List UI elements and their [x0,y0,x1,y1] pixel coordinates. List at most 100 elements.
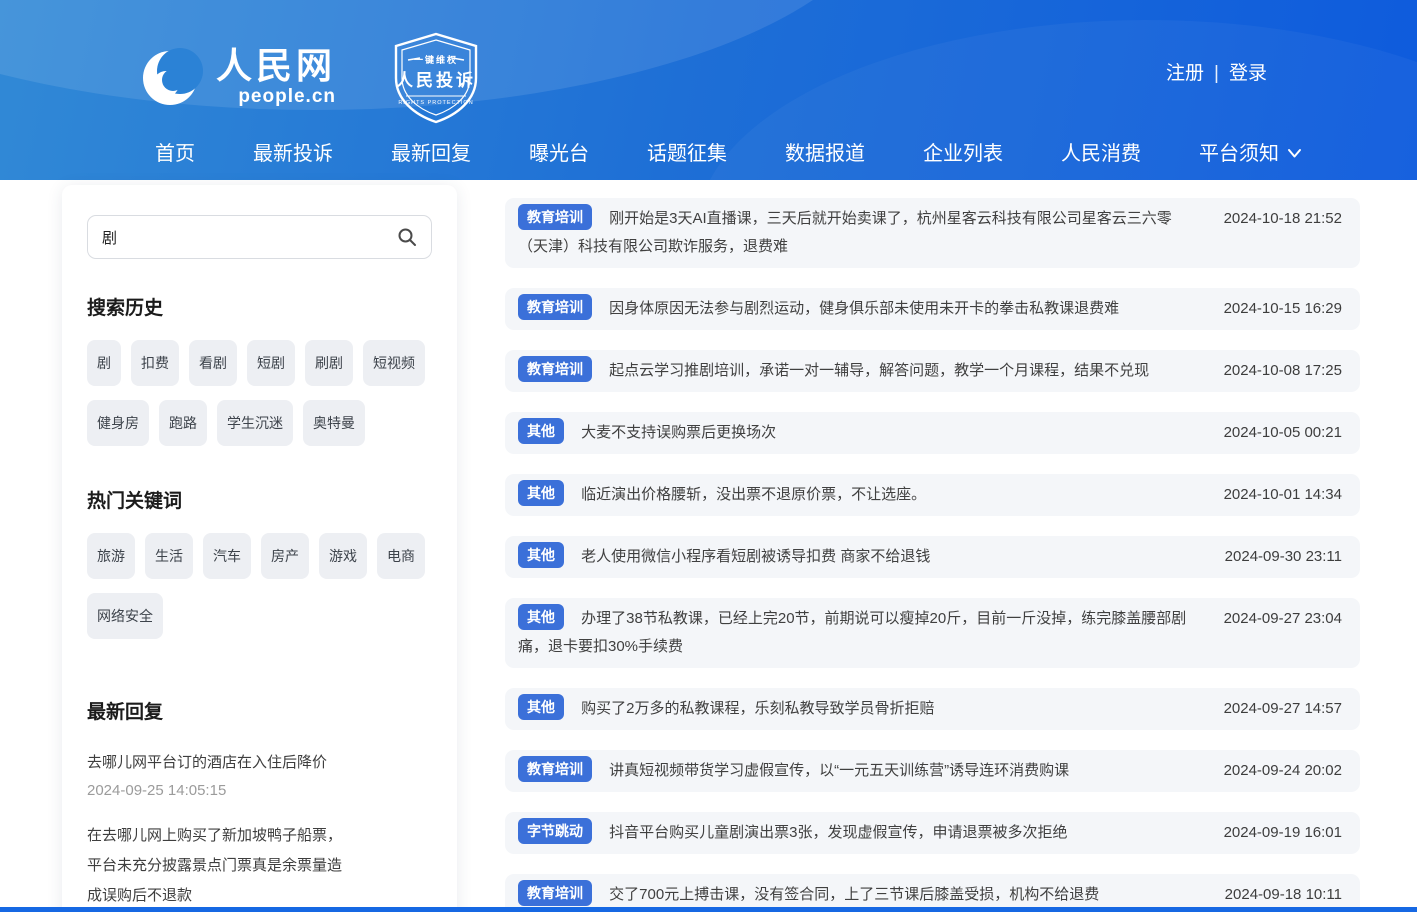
nav-item-label: 数据报道 [785,137,865,166]
keyword-tag[interactable]: 扣费 [131,340,179,386]
keyword-tag[interactable]: 学生沉迷 [217,400,293,446]
reply-item[interactable]: 去哪儿网平台订的酒店在入住后降价 2024-09-25 14:05:15 [87,748,432,799]
complaint-item[interactable]: 2024-09-27 23:04 其他 办理了38节私教课，已经上完20节，前期… [505,598,1360,668]
auth-divider: | [1214,63,1219,84]
keyword-tag[interactable]: 电商 [377,533,425,579]
complaint-text: 抖音平台购买儿童剧演出票3张，发现虚假宣传，申请退票被多次拒绝 [609,824,1067,841]
latest-replies-title: 最新回复 [87,697,432,724]
register-link[interactable]: 注册 [1166,63,1204,84]
keyword-tag[interactable]: 网络安全 [87,593,163,639]
keyword-tag[interactable]: 看剧 [189,340,237,386]
sidebar: 搜索历史 剧 扣费 看剧 短剧 刷剧 短视频 健身房 跑路 学生沉迷 奥特曼 热… [62,185,457,912]
reply-item[interactable]: 在去哪儿网上购买了新加坡鸭子船票，平台未充分披露景点门票真是余票量造成误购后不退… [87,821,432,912]
complaint-text: 临近演出价格腰斩，没出票不退原价票，不让选座。 [581,486,926,503]
complaint-text: 大麦不支持误购票后更换场次 [581,424,776,441]
keyword-tag[interactable]: 房产 [261,533,309,579]
category-badge: 其他 [518,604,564,630]
keyword-tag[interactable]: 刷剧 [305,340,353,386]
search-box [87,215,432,259]
complaint-item[interactable]: 2024-10-08 17:25 教育培训 起点云学习推剧培训，承诺一对一辅导，… [505,350,1360,392]
keyword-tag[interactable]: 旅游 [87,533,135,579]
people-cn-logo-icon[interactable] [140,46,204,110]
hot-keywords-title: 热门关键词 [87,486,432,513]
nav-item-label: 企业列表 [923,137,1003,166]
auth-links: 注册 | 登录 [1166,58,1267,85]
page-body: 搜索历史 剧 扣费 看剧 短剧 刷剧 短视频 健身房 跑路 学生沉迷 奥特曼 热… [0,180,1417,912]
complaint-item[interactable]: 2024-09-30 23:11 其他 老人使用微信小程序看短剧被诱导扣费 商家… [505,536,1360,578]
reply-text: 去哪儿网平台订的酒店在入住后降价 [87,748,351,778]
complaint-item[interactable]: 2024-09-27 14:57 其他 购买了2万多的私教课程，乐刻私教导致学员… [505,688,1360,730]
nav-item-label: 曝光台 [529,137,589,166]
category-badge: 其他 [518,480,564,506]
complaint-text: 刚开始是3天AI直播课，三天后就开始卖课了，杭州星客云科技有限公司星客云三六零（… [518,210,1172,255]
complaint-text: 老人使用微信小程序看短剧被诱导扣费 商家不给退钱 [581,548,930,565]
footer-strip [0,907,1417,912]
search-icon[interactable] [397,227,417,247]
search-history-tags: 剧 扣费 看剧 短剧 刷剧 短视频 健身房 跑路 学生沉迷 奥特曼 [87,340,432,446]
complaint-text: 起点云学习推剧培训，承诺一对一辅导，解答问题，教学一个月课程，结果不兑现 [609,362,1149,379]
complaint-text: 购买了2万多的私教课程，乐刻私教导致学员骨折拒赔 [581,700,934,717]
shield-top-label: 一键维权 [414,54,458,65]
complaint-item[interactable]: 2024-09-24 20:02 教育培训 讲真短视频带货学习虚假宣传，以“一元… [505,750,1360,792]
complaint-date: 2024-10-08 17:25 [1224,357,1342,385]
latest-replies-list: 去哪儿网平台订的酒店在入住后降价 2024-09-25 14:05:15 在去哪… [87,748,432,912]
nav-item[interactable]: 数据报道 [785,137,865,166]
nav-item[interactable]: 人民消费 [1061,137,1141,166]
complaint-date: 2024-10-05 00:21 [1224,419,1342,447]
complaint-item[interactable]: 2024-10-15 16:29 教育培训 因身体原因无法参与剧烈运动，健身俱乐… [505,288,1360,330]
nav-item[interactable]: 最新投诉 [253,137,333,166]
keyword-tag[interactable]: 短视频 [363,340,425,386]
category-badge: 教育培训 [518,204,592,230]
complaint-item[interactable]: 2024-10-18 21:52 教育培训 刚开始是3天AI直播课，三天后就开始… [505,198,1360,268]
nav-item-label: 人民消费 [1061,137,1141,166]
nav-item[interactable]: 最新回复 [391,137,471,166]
complaint-list: 2024-10-18 21:52 教育培训 刚开始是3天AI直播课，三天后就开始… [505,180,1360,912]
keyword-tag[interactable]: 剧 [87,340,121,386]
login-link[interactable]: 登录 [1229,63,1267,84]
nav-item[interactable]: 平台须知 [1199,137,1302,166]
keyword-tag[interactable]: 奥特曼 [303,400,365,446]
complaint-item[interactable]: 2024-10-05 00:21 其他 大麦不支持误购票后更换场次 [505,412,1360,454]
main-nav: 首页 最新投诉 最新回复 曝光台 话题征集 数据报道 企业列表 [155,137,1302,166]
keyword-tag[interactable]: 汽车 [203,533,251,579]
nav-item-label: 首页 [155,137,195,166]
chevron-down-icon [1287,148,1302,159]
complaint-text: 讲真短视频带货学习虚假宣传，以“一元五天训练营”诱导连环消费购课 [609,762,1069,779]
keyword-tag[interactable]: 跑路 [159,400,207,446]
category-badge: 其他 [518,542,564,568]
complaint-item[interactable]: 2024-10-01 14:34 其他 临近演出价格腰斩，没出票不退原价票，不让… [505,474,1360,516]
keyword-tag[interactable]: 游戏 [319,533,367,579]
search-input[interactable] [102,229,397,246]
complaint-date: 2024-09-24 20:02 [1224,757,1342,785]
complaint-shield-icon: 一键维权 人民投诉 RIGHTS PROTECTION [384,30,488,126]
keyword-tag[interactable]: 健身房 [87,400,149,446]
keyword-tag[interactable]: 短剧 [247,340,295,386]
complaint-date: 2024-09-30 23:11 [1225,543,1342,571]
category-badge: 字节跳动 [518,818,592,844]
complaint-date: 2024-09-19 16:01 [1224,819,1342,847]
logo-title: 人民网 [216,48,336,84]
reply-date: 2024-09-25 14:05:15 [87,782,432,799]
nav-item[interactable]: 企业列表 [923,137,1003,166]
complaint-text: 因身体原因无法参与剧烈运动，健身俱乐部未使用未开卡的拳击私教课退费难 [609,300,1119,317]
complaint-date: 2024-10-18 21:52 [1224,205,1342,233]
complaint-date: 2024-09-27 14:57 [1224,695,1342,723]
site-header: 人民网 people.cn 一键维权 人民投诉 RIGHTS PROTECTIO… [0,0,1417,180]
nav-item[interactable]: 话题征集 [647,137,727,166]
complaint-item[interactable]: 2024-09-19 16:01 字节跳动 抖音平台购买儿童剧演出票3张，发现虚… [505,812,1360,854]
category-badge: 其他 [518,694,564,720]
nav-item-label: 平台须知 [1199,137,1279,166]
category-badge: 教育培训 [518,880,592,906]
complaint-date: 2024-10-15 16:29 [1224,295,1342,323]
category-badge: 教育培训 [518,294,592,320]
complaint-date: 2024-09-18 10:11 [1225,881,1342,909]
category-badge: 其他 [518,418,564,444]
nav-item-label: 最新回复 [391,137,471,166]
shield-bottom-label: RIGHTS PROTECTION [398,100,473,106]
complaint-date: 2024-10-01 14:34 [1224,481,1342,509]
logo-text[interactable]: 人民网 people.cn [216,48,336,108]
hot-keyword-tags: 旅游 生活 汽车 房产 游戏 电商 网络安全 [87,533,432,639]
nav-item[interactable]: 曝光台 [529,137,589,166]
keyword-tag[interactable]: 生活 [145,533,193,579]
nav-item[interactable]: 首页 [155,137,195,166]
